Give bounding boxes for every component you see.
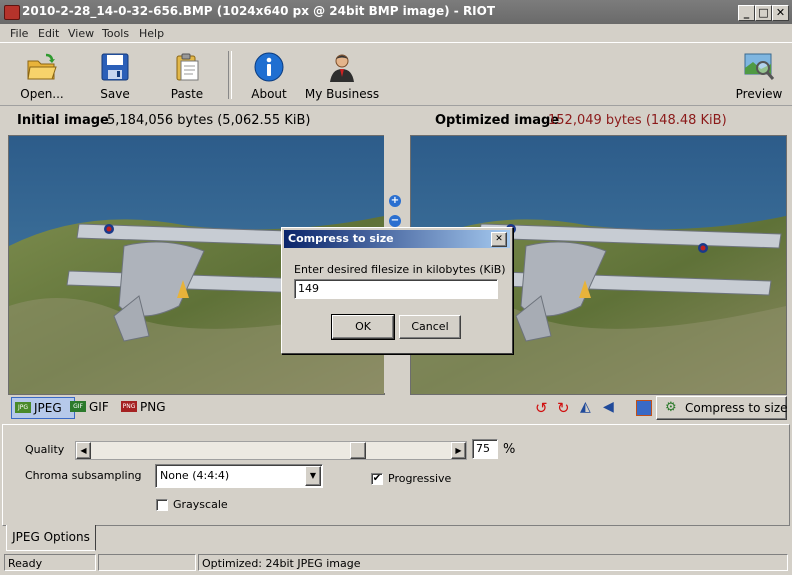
format-png-label: PNG bbox=[140, 400, 166, 414]
initial-image-label: Initial image bbox=[17, 113, 109, 128]
save-button[interactable]: Save bbox=[92, 47, 138, 101]
resize-icon[interactable] bbox=[636, 400, 652, 416]
menu-file[interactable]: File bbox=[10, 27, 28, 40]
compress-to-size-button[interactable]: ⚙ Compress to size bbox=[656, 396, 788, 420]
format-jpeg-label: JPEG bbox=[34, 401, 62, 415]
zoom-out-icon[interactable]: − bbox=[389, 215, 401, 227]
compress-to-size-label: Compress to size bbox=[685, 401, 788, 415]
flip-vertical-icon[interactable]: ◀ bbox=[603, 399, 614, 415]
dialog-close-button[interactable]: ✕ bbox=[491, 232, 507, 247]
rotate-left-icon[interactable]: ↺ bbox=[535, 399, 548, 417]
title-bar: 2010-2-28_14-0-32-656.BMP (1024x640 px @… bbox=[0, 0, 792, 24]
maximize-button[interactable]: □ bbox=[755, 5, 772, 21]
image-info-bar: Initial image 5,184,056 bytes (5,062.55 … bbox=[0, 108, 792, 134]
quality-slider[interactable]: ◀ ▶ bbox=[75, 441, 467, 460]
paste-label: Paste bbox=[170, 87, 204, 101]
status-optimized-info: Optimized: 24bit JPEG image bbox=[198, 554, 788, 571]
paste-button[interactable]: Paste bbox=[164, 47, 210, 101]
format-gif-label: GIF bbox=[89, 400, 109, 414]
my-business-button[interactable]: My Business bbox=[304, 47, 380, 101]
toolbar-separator bbox=[228, 51, 232, 99]
chroma-subsampling-label: Chroma subsampling bbox=[25, 469, 142, 482]
compress-gear-icon: ⚙ bbox=[665, 400, 677, 415]
initial-image-size: 5,184,056 bytes (5,062.55 KiB) bbox=[107, 113, 311, 128]
filesize-input[interactable]: 149 bbox=[294, 279, 498, 299]
clipboard-paste-icon bbox=[176, 53, 199, 81]
jpeg-options-panel: Quality ◀ ▶ 75 % Chroma subsampling None… bbox=[2, 424, 790, 526]
status-bar: Ready Optimized: 24bit JPEG image bbox=[0, 552, 792, 575]
save-label: Save bbox=[100, 87, 130, 101]
menu-help[interactable]: Help bbox=[139, 27, 164, 40]
status-ready: Ready bbox=[4, 554, 96, 571]
menu-tools[interactable]: Tools bbox=[102, 27, 129, 40]
close-window-button[interactable]: ✕ bbox=[772, 5, 789, 21]
compress-to-size-dialog: Compress to size ✕ Enter desired filesiz… bbox=[281, 227, 513, 354]
ok-button[interactable]: OK bbox=[331, 314, 395, 340]
preview-button[interactable]: Preview bbox=[734, 47, 784, 101]
format-tab-png[interactable]: PNG PNG bbox=[118, 397, 190, 417]
open-label: Open... bbox=[20, 87, 64, 101]
menu-bar: File Edit View Tools Help bbox=[0, 24, 792, 42]
jpeg-options-tab[interactable]: JPEG Options bbox=[6, 525, 96, 551]
jpg-format-icon: JPG bbox=[15, 402, 31, 413]
minimize-button[interactable]: _ bbox=[738, 5, 755, 21]
about-label: About bbox=[251, 87, 287, 101]
my-business-label: My Business bbox=[304, 87, 380, 101]
zoom-in-icon[interactable]: + bbox=[389, 195, 401, 207]
toolbar: Open... Save Paste About My Business Pre… bbox=[0, 42, 792, 106]
optimized-image-size: 152,049 bytes (148.48 KiB) bbox=[548, 113, 727, 128]
optimized-image-label: Optimized image bbox=[435, 113, 560, 128]
menu-edit[interactable]: Edit bbox=[38, 27, 59, 40]
chroma-subsampling-select[interactable]: None (4:4:4) ▼ bbox=[155, 464, 323, 488]
progressive-checkbox[interactable]: ✔ bbox=[371, 473, 383, 485]
slider-left-arrow[interactable]: ◀ bbox=[76, 442, 91, 459]
open-button[interactable]: Open... bbox=[12, 47, 72, 101]
cancel-button[interactable]: Cancel bbox=[399, 315, 461, 339]
preview-label: Preview bbox=[735, 87, 783, 101]
preview-magnifier-icon bbox=[744, 53, 775, 80]
status-middle bbox=[98, 554, 196, 571]
png-format-icon: PNG bbox=[121, 401, 137, 412]
grayscale-label: Grayscale bbox=[173, 498, 228, 511]
info-icon bbox=[254, 52, 284, 82]
percent-sign: % bbox=[503, 442, 516, 457]
floppy-disk-icon bbox=[101, 53, 129, 81]
menu-view[interactable]: View bbox=[68, 27, 94, 40]
about-button[interactable]: About bbox=[246, 47, 292, 101]
flip-horizontal-icon[interactable]: ◭ bbox=[580, 399, 591, 415]
quality-slider-thumb[interactable] bbox=[350, 442, 366, 459]
rotate-right-icon[interactable]: ↻ bbox=[557, 399, 570, 417]
chevron-down-icon[interactable]: ▼ bbox=[305, 466, 321, 486]
gif-format-icon: GIF bbox=[70, 401, 86, 412]
progressive-label: Progressive bbox=[388, 472, 452, 485]
quality-value-field[interactable]: 75 bbox=[472, 439, 498, 459]
dialog-title: Compress to size bbox=[284, 230, 510, 248]
businessman-icon bbox=[330, 54, 354, 82]
riot-app-icon bbox=[4, 5, 20, 20]
slider-right-arrow[interactable]: ▶ bbox=[451, 442, 466, 459]
quality-label: Quality bbox=[25, 443, 65, 456]
grayscale-checkbox[interactable] bbox=[156, 499, 168, 511]
window-title: 2010-2-28_14-0-32-656.BMP (1024x640 px @… bbox=[22, 4, 496, 18]
open-folder-icon bbox=[27, 53, 57, 80]
chroma-selected-value: None (4:4:4) bbox=[160, 469, 230, 482]
dialog-prompt: Enter desired filesize in kilobytes (KiB… bbox=[294, 263, 506, 276]
format-tab-jpeg[interactable]: JPG JPEG bbox=[11, 397, 75, 419]
format-tab-bar: JPG JPEG GIF GIF PNG PNG ↺ ↻ ◭ ◀ ⚙ Compr… bbox=[0, 396, 792, 422]
